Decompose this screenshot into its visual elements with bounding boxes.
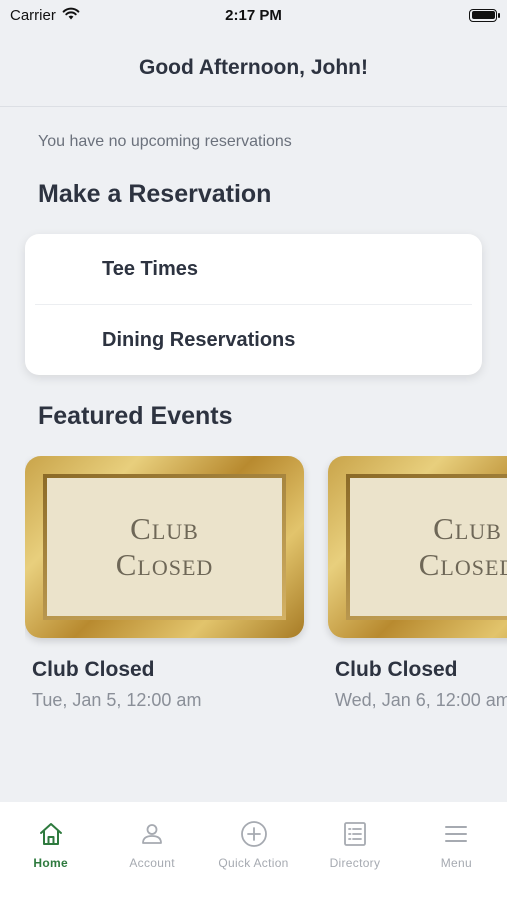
event-card[interactable]: Club Closed Club Closed Wed, Jan 6, 12:0… bbox=[328, 456, 507, 711]
event-image-text: Club bbox=[433, 511, 502, 546]
tab-account[interactable]: Account bbox=[101, 802, 202, 900]
tab-label: Directory bbox=[329, 856, 381, 870]
tab-label: Menu bbox=[440, 856, 472, 870]
reservation-card: Tee Times Dining Reservations bbox=[25, 234, 482, 375]
tab-bar: Home Account Quick Action Directory Menu bbox=[0, 802, 507, 900]
tab-label: Home bbox=[33, 856, 68, 870]
tab-directory[interactable]: Directory bbox=[304, 802, 405, 900]
wifi-icon bbox=[62, 7, 80, 24]
tab-quick-action[interactable]: Quick Action bbox=[203, 802, 304, 900]
tee-times-label: Tee Times bbox=[102, 257, 198, 280]
dining-reservations-button[interactable]: Dining Reservations bbox=[25, 305, 482, 375]
events-carousel[interactable]: Club Closed Club Closed Tue, Jan 5, 12:0… bbox=[25, 456, 507, 726]
event-image: Club Closed bbox=[25, 456, 304, 638]
no-reservations-message: You have no upcoming reservations bbox=[38, 133, 292, 150]
featured-events-title: Featured Events bbox=[38, 402, 233, 430]
nav-header: Good Afternoon, John! bbox=[0, 30, 507, 107]
tab-label: Quick Action bbox=[218, 856, 289, 870]
hamburger-icon bbox=[442, 820, 470, 848]
event-title: Club Closed bbox=[335, 658, 458, 681]
greeting-title: Good Afternoon, John! bbox=[138, 56, 368, 79]
event-image: Club Closed bbox=[328, 456, 507, 638]
plus-circle-icon bbox=[240, 820, 268, 848]
list-icon bbox=[341, 820, 369, 848]
event-date: Wed, Jan 6, 12:00 am bbox=[335, 690, 507, 710]
tab-home[interactable]: Home bbox=[0, 802, 101, 900]
event-image-text: Club bbox=[130, 511, 199, 546]
event-image-text: Closed bbox=[418, 547, 507, 582]
carrier-label: Carrier bbox=[10, 6, 56, 24]
status-left: Carrier bbox=[10, 7, 80, 24]
event-title: Club Closed bbox=[32, 658, 155, 681]
person-icon bbox=[138, 820, 166, 848]
status-bar: Carrier 2:17 PM bbox=[0, 0, 507, 30]
battery-icon bbox=[469, 8, 500, 22]
tab-menu[interactable]: Menu bbox=[406, 802, 507, 900]
tee-times-button[interactable]: Tee Times bbox=[25, 234, 482, 304]
tab-label: Account bbox=[129, 856, 175, 870]
event-card[interactable]: Club Closed Club Closed Tue, Jan 5, 12:0… bbox=[25, 456, 304, 711]
event-image-text: Closed bbox=[115, 547, 214, 582]
home-icon bbox=[37, 820, 65, 848]
event-date: Tue, Jan 5, 12:00 am bbox=[32, 690, 202, 710]
make-reservation-title: Make a Reservation bbox=[38, 180, 272, 208]
dining-reservations-label: Dining Reservations bbox=[102, 328, 296, 351]
